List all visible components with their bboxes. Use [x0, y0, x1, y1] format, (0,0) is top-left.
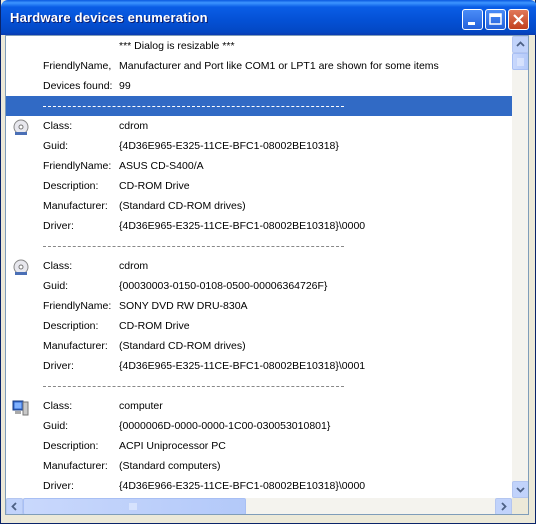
row-label: Description:	[43, 320, 99, 332]
separator-row[interactable]	[6, 96, 512, 116]
row-value: computer	[119, 400, 163, 412]
device-field-row[interactable]: Description: ACPI Uniprocessor PC	[6, 436, 512, 456]
row-label: FriendlyName:	[43, 160, 112, 172]
row-value: {4D36E965-E325-11CE-BFC1-08002BE10318}\0…	[119, 220, 366, 232]
device-field-row[interactable]: Manufacturer: (Standard CD-ROM drives)	[6, 196, 512, 216]
row-value: SONY DVD RW DRU-830A	[119, 300, 248, 312]
row-label: FriendlyName,	[43, 60, 112, 72]
header-row[interactable]: *** Dialog is resizable ***	[6, 36, 512, 56]
row-value: CD-ROM Drive	[119, 320, 190, 332]
row-label: FriendlyName:	[43, 300, 112, 312]
row-label: Devices found:	[43, 80, 113, 92]
row-label: Manufacturer:	[43, 200, 108, 212]
window-title: Hardware devices enumeration	[10, 10, 208, 25]
grip-icon	[129, 503, 137, 510]
cdrom-icon	[12, 119, 30, 137]
row-label: Class:	[43, 260, 73, 272]
close-button[interactable]	[508, 9, 529, 30]
row-value: *** Dialog is resizable ***	[119, 40, 235, 52]
computer-icon	[12, 399, 30, 417]
row-label: Driver:	[43, 480, 74, 492]
row-value: (Standard CD-ROM drives)	[119, 340, 246, 352]
device-field-row[interactable]: Class: cdrom	[6, 116, 512, 136]
device-field-row[interactable]: Manufacturer: (Standard CD-ROM drives)	[6, 336, 512, 356]
row-value: ACPI Uniprocessor PC	[119, 440, 226, 452]
device-field-row[interactable]: Driver: {4D36E966-E325-11CE-BFC1-08002BE1…	[6, 476, 512, 496]
device-field-row[interactable]: Guid: {00030003-0150-0108-0500-0000636472…	[6, 276, 512, 296]
close-icon	[513, 14, 524, 25]
row-value: {0000006D-0000-0000-1C00-030053010801}	[119, 420, 331, 432]
row-label: Driver:	[43, 220, 74, 232]
separator-line	[43, 386, 344, 387]
device-list-box[interactable]: *** Dialog is resizable *** FriendlyName,…	[5, 35, 529, 515]
row-value: (Standard CD-ROM drives)	[119, 200, 246, 212]
row-value: cdrom	[119, 260, 149, 272]
row-label: Guid:	[43, 280, 69, 292]
row-value: Manufacturer and Port like COM1 or LPT1 …	[119, 60, 439, 72]
device-field-row[interactable]: Driver: {4D36E965-E325-11CE-BFC1-08002BE1…	[6, 216, 512, 236]
device-field-row[interactable]: Manufacturer: (Standard computers)	[6, 456, 512, 476]
dialog-window: Hardware devices enumeration *** Dialog …	[0, 0, 536, 524]
row-value: ASUS CD-S400/A	[119, 160, 204, 172]
scroll-up-button[interactable]	[512, 36, 528, 53]
row-value: CD-ROM Drive	[119, 180, 190, 192]
device-field-row[interactable]: Driver: {4D36E965-E325-11CE-BFC1-08002BE1…	[6, 356, 512, 376]
scroll-down-button[interactable]	[512, 481, 528, 498]
row-value: {4D36E965-E325-11CE-BFC1-08002BE10318}	[119, 140, 339, 152]
row-value: {00030003-0150-0108-0500-00006364726F}	[119, 280, 328, 292]
cdrom-icon	[12, 259, 30, 277]
scroll-left-button[interactable]	[6, 498, 23, 514]
chevron-up-icon	[516, 41, 525, 47]
horizontal-scroll-thumb[interactable]	[23, 498, 246, 514]
row-value: {4D36E965-E325-11CE-BFC1-08002BE10318}\0…	[119, 360, 366, 372]
device-field-row[interactable]: Description: CD-ROM Drive	[6, 316, 512, 336]
header-row[interactable]: FriendlyName, Manufacturer and Port like …	[6, 56, 512, 76]
row-label: Description:	[43, 440, 99, 452]
row-value: cdrom	[119, 120, 149, 132]
row-value: {4D36E966-E325-11CE-BFC1-08002BE10318}\0…	[119, 480, 366, 492]
header-row[interactable]: Devices found: 99	[6, 76, 512, 96]
device-field-row[interactable]: Guid: {0000006D-0000-0000-1C00-0300530108…	[6, 416, 512, 436]
separator-line	[43, 106, 344, 107]
device-field-row[interactable]: Description: CD-ROM Drive	[6, 176, 512, 196]
row-value: (Standard computers)	[119, 460, 221, 472]
minimize-button[interactable]	[462, 9, 483, 30]
device-field-row[interactable]: Class: cdrom	[6, 256, 512, 276]
device-field-row[interactable]: FriendlyName: SONY DVD RW DRU-830A	[6, 296, 512, 316]
scroll-right-button[interactable]	[495, 498, 512, 514]
device-field-row[interactable]: FriendlyName: ASUS CD-S400/A	[6, 156, 512, 176]
device-field-row[interactable]: Class: computer	[6, 396, 512, 416]
maximize-button[interactable]	[485, 9, 506, 30]
chevron-down-icon	[516, 487, 525, 493]
row-label: Manufacturer:	[43, 460, 108, 472]
minimize-icon	[468, 22, 475, 25]
row-label: Manufacturer:	[43, 340, 108, 352]
separator-row[interactable]	[6, 236, 512, 256]
vertical-scroll-thumb[interactable]	[512, 53, 528, 70]
horizontal-scrollbar[interactable]	[6, 498, 512, 514]
separator-row[interactable]	[6, 376, 512, 396]
row-label: Guid:	[43, 140, 69, 152]
device-list[interactable]: *** Dialog is resizable *** FriendlyName,…	[6, 36, 512, 498]
device-field-row[interactable]: Guid: {4D36E965-E325-11CE-BFC1-08002BE103…	[6, 136, 512, 156]
title-bar[interactable]: Hardware devices enumeration	[1, 0, 536, 35]
row-label: Description:	[43, 180, 99, 192]
resize-grip[interactable]	[512, 498, 528, 514]
grip-icon	[517, 58, 524, 66]
row-label: Class:	[43, 400, 73, 412]
vertical-scrollbar[interactable]	[512, 36, 528, 498]
separator-line	[43, 246, 344, 247]
maximize-icon	[489, 13, 502, 25]
row-label: Class:	[43, 120, 73, 132]
row-value: 99	[119, 80, 131, 92]
chevron-left-icon	[11, 502, 17, 511]
row-label: Guid:	[43, 420, 69, 432]
row-label: Driver:	[43, 360, 74, 372]
chevron-right-icon	[501, 502, 507, 511]
